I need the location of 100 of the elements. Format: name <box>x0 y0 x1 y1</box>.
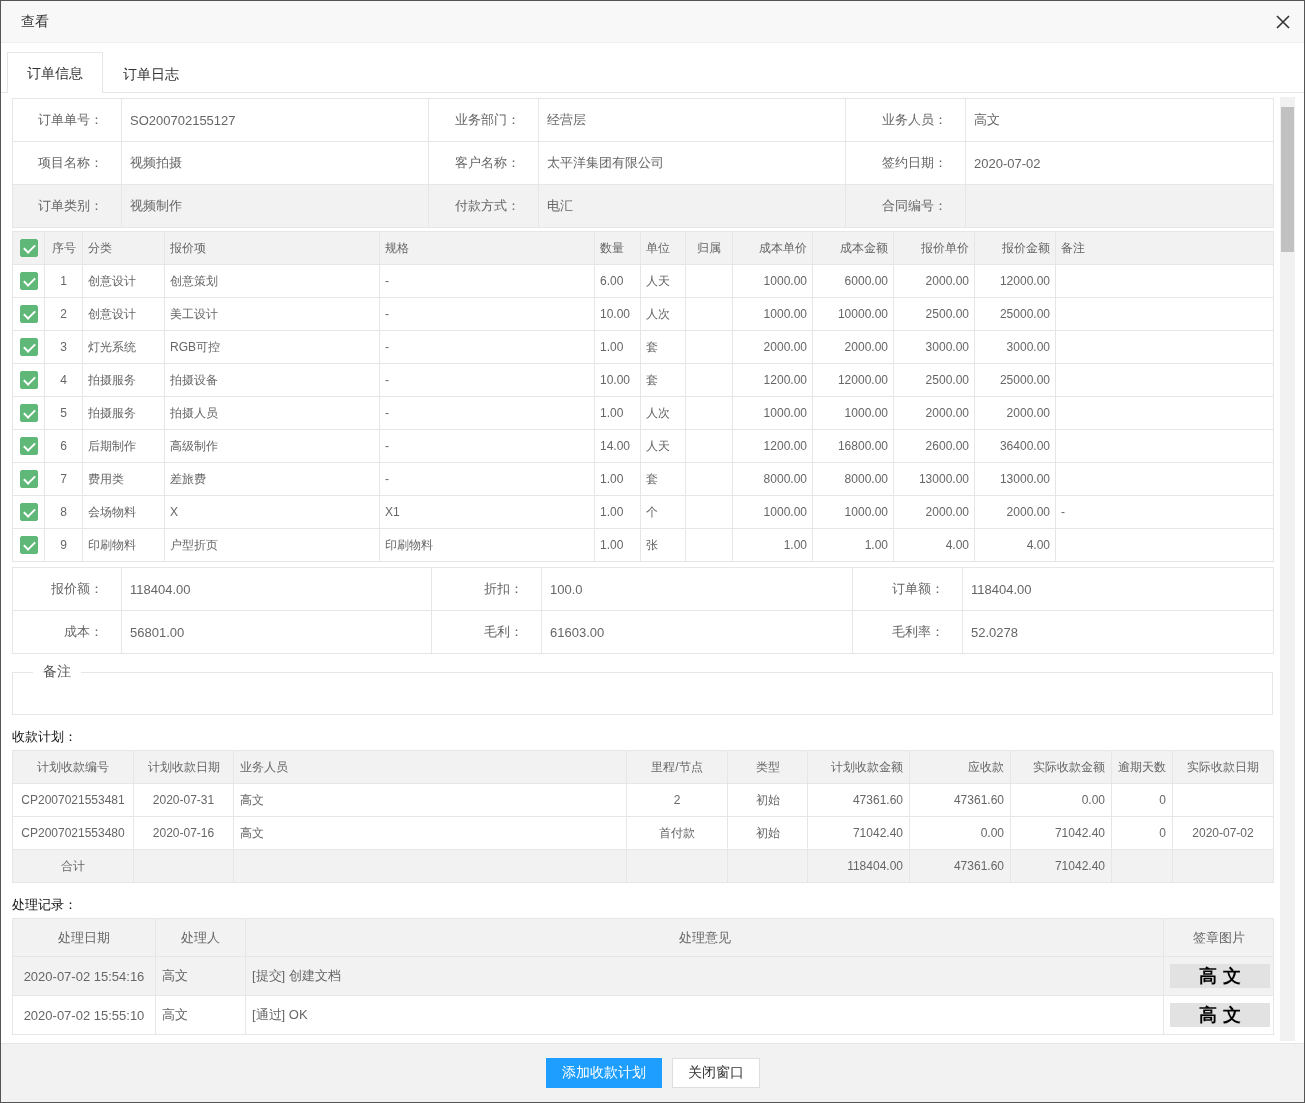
table-cell: RGB可控 <box>164 330 380 364</box>
field-label: 成本： <box>12 610 122 654</box>
checkbox[interactable] <box>19 404 38 422</box>
table-cell: 4.00 <box>974 528 1056 562</box>
table-cell: - <box>379 462 595 496</box>
table-cell: 2 <box>44 297 83 331</box>
table-cell: - <box>379 330 595 364</box>
table-cell: 套 <box>640 330 686 364</box>
table-cell: 拍摄服务 <box>82 363 165 397</box>
table-cell: 16800.00 <box>812 429 894 463</box>
table-cell: 6 <box>44 429 83 463</box>
table-cell: 差旅费 <box>164 462 380 496</box>
table-cell: 首付款 <box>626 816 728 850</box>
table-cell: 71042.40 <box>1010 816 1112 850</box>
table-cell: - <box>379 363 595 397</box>
checkbox[interactable] <box>19 338 38 356</box>
field-value: 61603.00 <box>541 610 853 654</box>
checkbox[interactable] <box>19 536 38 554</box>
table-cell: 2000.00 <box>893 495 975 529</box>
column-header: 签章图片 <box>1163 918 1274 957</box>
table-cell: 1.00 <box>594 330 641 364</box>
checkbox[interactable] <box>19 371 38 389</box>
table-cell: 36400.00 <box>974 429 1056 463</box>
column-header: 计划收款日期 <box>133 750 234 784</box>
section-title: 收款计划： <box>12 728 78 746</box>
table-cell: 人次 <box>640 297 686 331</box>
table-cell: 高级制作 <box>164 429 380 463</box>
tab[interactable]: 订单信息 <box>7 52 103 93</box>
field-label: 合同编号： <box>845 184 966 228</box>
close-icon[interactable] <box>1276 14 1290 29</box>
table-cell: - <box>379 297 595 331</box>
table-cell: 0.00 <box>1010 783 1112 817</box>
column-header: 序号 <box>44 231 83 265</box>
checkbox[interactable] <box>19 470 38 488</box>
table-cell: CP2007021553480 <box>12 816 134 850</box>
checkbox[interactable] <box>19 239 38 257</box>
table-cell: 1200.00 <box>732 363 813 397</box>
field-label: 付款方式： <box>428 184 539 228</box>
table-cell: 1 <box>44 264 83 298</box>
table-cell: 1.00 <box>812 528 894 562</box>
field-label: 报价额： <box>12 567 122 611</box>
field-value: 118404.00 <box>121 567 432 611</box>
table-cell: 12000.00 <box>812 363 894 397</box>
tab[interactable]: 订单日志 <box>103 53 199 93</box>
scrollbar[interactable] <box>1280 97 1295 1041</box>
table-cell: 47361.60 <box>909 783 1011 817</box>
field-value: 高文 <box>965 98 1274 142</box>
checkbox[interactable] <box>19 437 38 455</box>
column-header: 报价金额 <box>974 231 1056 265</box>
table-cell: 拍摄设备 <box>164 363 380 397</box>
table-cell: 14.00 <box>594 429 641 463</box>
checkbox[interactable] <box>19 272 38 290</box>
close-window-button[interactable]: 关闭窗口 <box>671 1058 760 1088</box>
field-value: 2020-07-02 <box>965 141 1274 185</box>
table-cell: 13000.00 <box>893 462 975 496</box>
table-cell: 9 <box>44 528 83 562</box>
table-cell: 1200.00 <box>732 429 813 463</box>
column-header: 单位 <box>640 231 686 265</box>
table-cell: 3000.00 <box>893 330 975 364</box>
field-value: 52.0278 <box>962 610 1274 654</box>
table-cell: - <box>379 429 595 463</box>
table-cell: 2020-07-31 <box>133 783 234 817</box>
field-label: 订单类别： <box>12 184 122 228</box>
table-cell: 5 <box>44 396 83 430</box>
column-header: 成本金额 <box>812 231 894 265</box>
table-cell: 1000.00 <box>732 495 813 529</box>
field-label: 业务人员： <box>845 98 966 142</box>
table-cell: 2 <box>626 783 728 817</box>
table-cell: 初始 <box>727 816 808 850</box>
checkbox[interactable] <box>19 503 38 521</box>
field-label: 客户名称： <box>428 141 539 185</box>
field-value: 视频拍摄 <box>121 141 429 185</box>
table-cell: 美工设计 <box>164 297 380 331</box>
table-cell: 拍摄人员 <box>164 396 380 430</box>
table-cell: 8000.00 <box>812 462 894 496</box>
table-cell: 8000.00 <box>732 462 813 496</box>
table-cell: - <box>1055 495 1274 529</box>
table-cell: 2020-07-02 15:54:16 <box>12 956 156 996</box>
table-cell: CP2007021553481 <box>12 783 134 817</box>
table-cell: 印刷物料 <box>82 528 165 562</box>
table-cell: 套 <box>640 363 686 397</box>
table-cell: 人次 <box>640 396 686 430</box>
table-cell: [通过] OK <box>245 995 1164 1035</box>
checkbox[interactable] <box>19 305 38 323</box>
table-cell: 高文 <box>155 956 246 996</box>
table-cell: 1.00 <box>732 528 813 562</box>
table-cell: 1000.00 <box>812 495 894 529</box>
column-header: 处理日期 <box>12 918 156 957</box>
table-cell: 12000.00 <box>974 264 1056 298</box>
table-cell: 费用类 <box>82 462 165 496</box>
field-value: 56801.00 <box>121 610 432 654</box>
table-cell: 7 <box>44 462 83 496</box>
column-header: 计划收款金额 <box>807 750 910 784</box>
table-cell: 1.00 <box>594 396 641 430</box>
table-cell: 高文 <box>155 995 246 1035</box>
table-cell: 张 <box>640 528 686 562</box>
signature-stamp: 高 文 <box>1170 1003 1270 1027</box>
column-header: 里程/节点 <box>626 750 728 784</box>
field-label: 订单额： <box>852 567 963 611</box>
table-cell: 1.00 <box>594 528 641 562</box>
